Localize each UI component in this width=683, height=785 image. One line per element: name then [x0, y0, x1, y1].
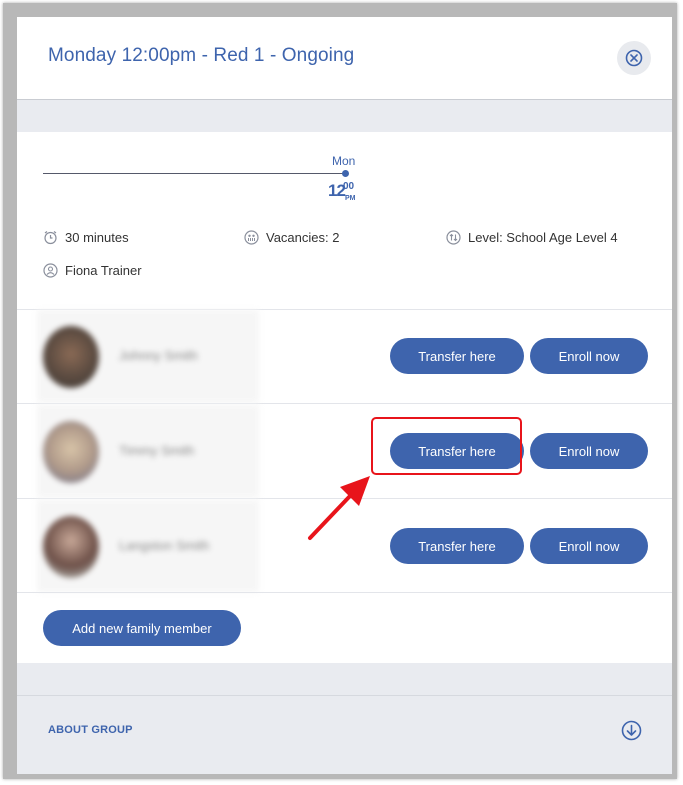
annotation-arrow-icon: [308, 476, 370, 540]
